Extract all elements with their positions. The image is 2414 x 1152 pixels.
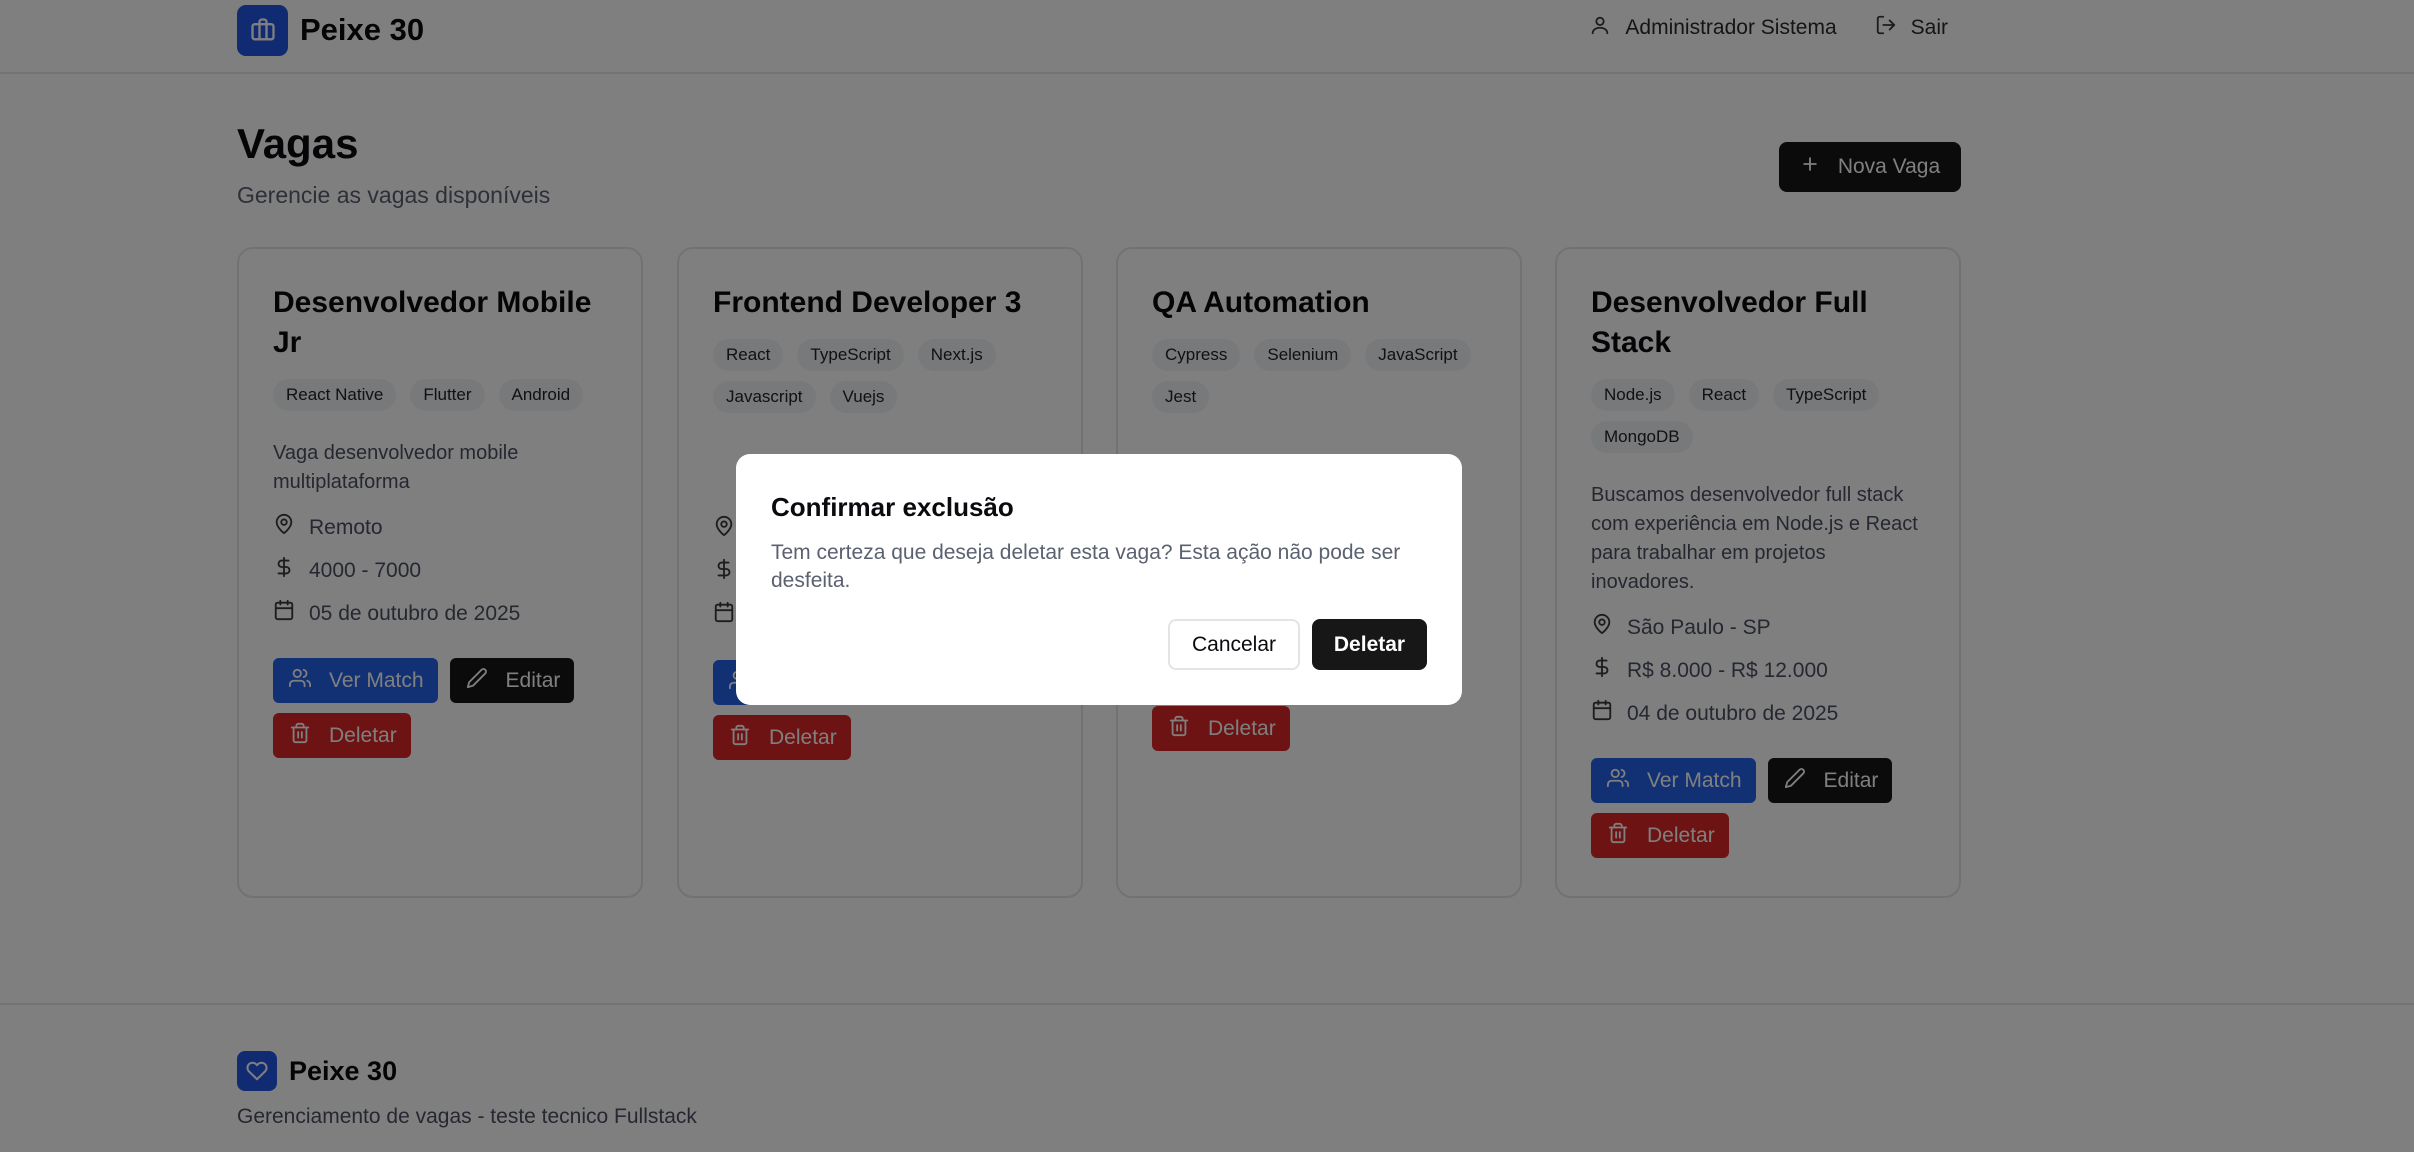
confirm-delete-button[interactable]: Deletar bbox=[1312, 619, 1427, 670]
confirm-delete-dialog: Confirmar exclusão Tem certeza que desej… bbox=[736, 454, 1462, 705]
dialog-actions: Cancelar Deletar bbox=[1168, 619, 1427, 670]
cancel-button[interactable]: Cancelar bbox=[1168, 619, 1300, 670]
dialog-title: Confirmar exclusão bbox=[771, 492, 1014, 522]
dialog-message: Tem certeza que deseja deletar esta vaga… bbox=[771, 541, 1401, 592]
